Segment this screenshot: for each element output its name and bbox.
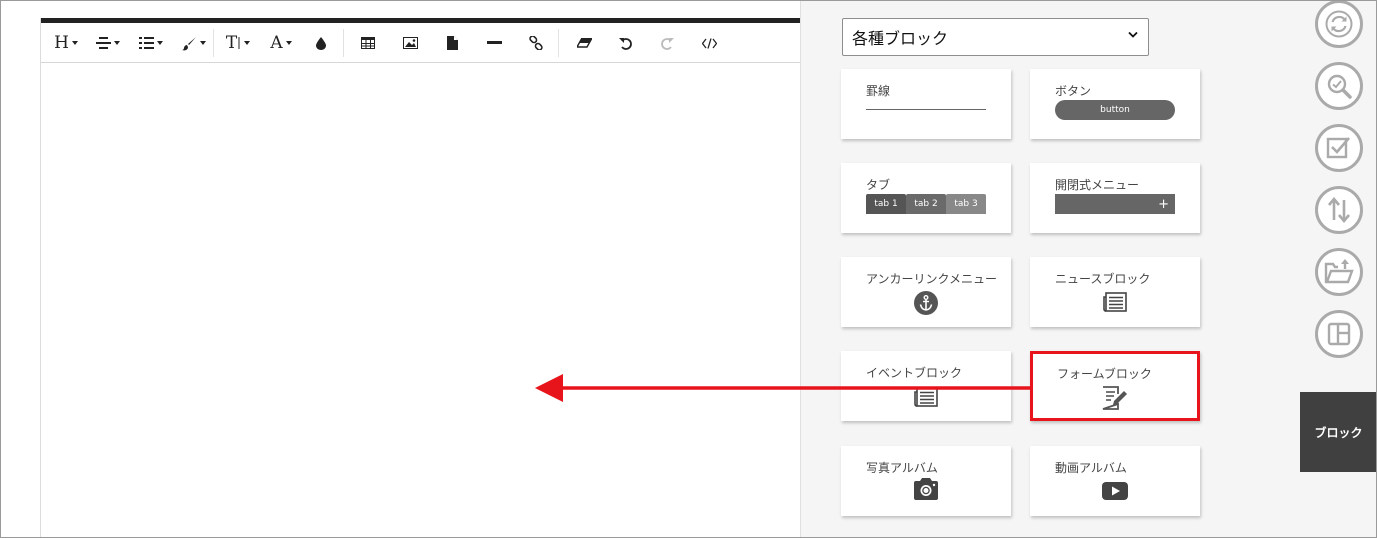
- block-card-tab[interactable]: タブ tab 1 tab 2 tab 3: [841, 163, 1011, 233]
- tab-preview-item: tab 3: [946, 194, 986, 214]
- button-preview: button: [1055, 100, 1175, 120]
- block-card-title: ニュースブロック: [1055, 272, 1151, 286]
- right-sidebar: ブロック: [1300, 0, 1377, 538]
- undo-button[interactable]: [612, 23, 638, 63]
- rail-folder-upload-button[interactable]: [1315, 248, 1363, 296]
- rail-refresh-button[interactable]: [1315, 0, 1363, 48]
- eraser-button[interactable]: [571, 23, 597, 63]
- text-height-icon: [238, 37, 240, 49]
- block-card-news[interactable]: ニュースブロック: [1030, 257, 1200, 327]
- play-icon: [1102, 482, 1128, 500]
- block-card-video-album[interactable]: 動画アルバム: [1030, 446, 1200, 516]
- rule-preview: [866, 109, 986, 110]
- block-card-accordion[interactable]: 開閉式メニュー +: [1030, 163, 1200, 233]
- file-button[interactable]: [439, 23, 465, 63]
- rail-sort-button[interactable]: [1315, 186, 1363, 234]
- rail-layout-button[interactable]: [1315, 310, 1363, 358]
- eraser-icon: [576, 38, 592, 48]
- color-drop-icon: [316, 36, 326, 50]
- block-card-title: フォームブロック: [1057, 367, 1152, 381]
- source-code-button[interactable]: [696, 23, 722, 63]
- font-label: A: [270, 33, 283, 53]
- block-card-title: 罫線: [866, 84, 891, 98]
- color-button[interactable]: [308, 23, 334, 63]
- chevron-down-icon: [157, 41, 163, 45]
- rail-check-button[interactable]: [1315, 124, 1363, 172]
- block-card-rule[interactable]: 罫線: [841, 69, 1011, 139]
- block-card-anchor-menu[interactable]: アンカーリンクメニュー: [841, 257, 1011, 327]
- block-card-title: タブ: [866, 178, 891, 192]
- text-size-button[interactable]: T: [221, 23, 255, 63]
- chevron-down-icon: [71, 41, 78, 45]
- sort-icon: [1328, 196, 1350, 224]
- tab-preview-item: tab 2: [906, 194, 946, 214]
- code-icon: [701, 37, 717, 49]
- anchor-icon: [914, 291, 938, 315]
- block-card-title: 写真アルバム: [866, 461, 938, 475]
- editor-toolbar: H T A: [41, 23, 801, 63]
- align-button[interactable]: [91, 23, 125, 63]
- block-category-value: 各種ブロック: [852, 29, 949, 48]
- chevron-down-icon: [200, 41, 206, 45]
- toolbar-separator: [343, 29, 344, 57]
- horizontal-rule-button[interactable]: [481, 23, 507, 63]
- block-card-button[interactable]: ボタン button: [1030, 69, 1200, 139]
- table-button[interactable]: [355, 23, 381, 63]
- tabs-preview: tab 1 tab 2 tab 3: [866, 194, 986, 214]
- accordion-preview: +: [1055, 194, 1175, 214]
- heading-label: H: [54, 33, 69, 53]
- editor: H T A: [40, 18, 801, 538]
- file-icon: [446, 36, 458, 50]
- form-edit-icon: [1102, 386, 1127, 410]
- chevron-down-icon: [285, 41, 292, 45]
- layout-icon: [1327, 322, 1351, 346]
- camera-icon: [914, 478, 938, 500]
- font-button[interactable]: A: [264, 23, 298, 63]
- block-card-title: アンカーリンクメニュー: [866, 272, 998, 286]
- list-button[interactable]: [134, 23, 168, 63]
- link-icon: [529, 36, 543, 50]
- chevron-down-icon: [114, 41, 120, 45]
- align-center-icon: [96, 36, 111, 49]
- text-size-label: T: [225, 33, 238, 53]
- rail-search-button[interactable]: [1315, 62, 1363, 110]
- rail-block-tab[interactable]: ブロック: [1300, 392, 1377, 472]
- chevron-down-icon: [1128, 31, 1138, 38]
- search-icon: [1327, 74, 1352, 99]
- undo-icon: [618, 37, 632, 50]
- refresh-icon: [1325, 10, 1353, 38]
- editor-content-area[interactable]: [41, 63, 801, 538]
- brush-button[interactable]: [177, 23, 211, 63]
- chevron-down-icon: [244, 41, 251, 45]
- toolbar-separator: [213, 29, 214, 57]
- brush-icon: [182, 36, 196, 50]
- table-icon: [361, 37, 375, 49]
- checkbox-icon: [1326, 137, 1350, 159]
- block-card-photo-album[interactable]: 写真アルバム: [841, 446, 1011, 516]
- plus-icon: +: [1158, 196, 1169, 212]
- block-card-title: ボタン: [1055, 84, 1092, 98]
- image-icon: [402, 37, 418, 49]
- redo-icon: [660, 37, 674, 50]
- list-icon: [139, 37, 154, 49]
- block-card-title: 動画アルバム: [1055, 461, 1127, 475]
- redo-button[interactable]: [654, 23, 680, 63]
- tab-preview-item: tab 1: [866, 194, 906, 214]
- block-category-select[interactable]: 各種ブロック: [842, 18, 1149, 56]
- toolbar-separator: [558, 29, 559, 57]
- link-button[interactable]: [523, 23, 549, 63]
- drag-direction-arrow: [535, 374, 1031, 402]
- block-card-form[interactable]: フォームブロック: [1030, 351, 1200, 421]
- news-icon: [1103, 292, 1127, 312]
- horizontal-rule-icon: [486, 41, 502, 44]
- heading-button[interactable]: H: [49, 23, 83, 63]
- folder-upload-icon: [1324, 259, 1354, 284]
- block-card-title: 開閉式メニュー: [1055, 178, 1140, 192]
- image-button[interactable]: [397, 23, 423, 63]
